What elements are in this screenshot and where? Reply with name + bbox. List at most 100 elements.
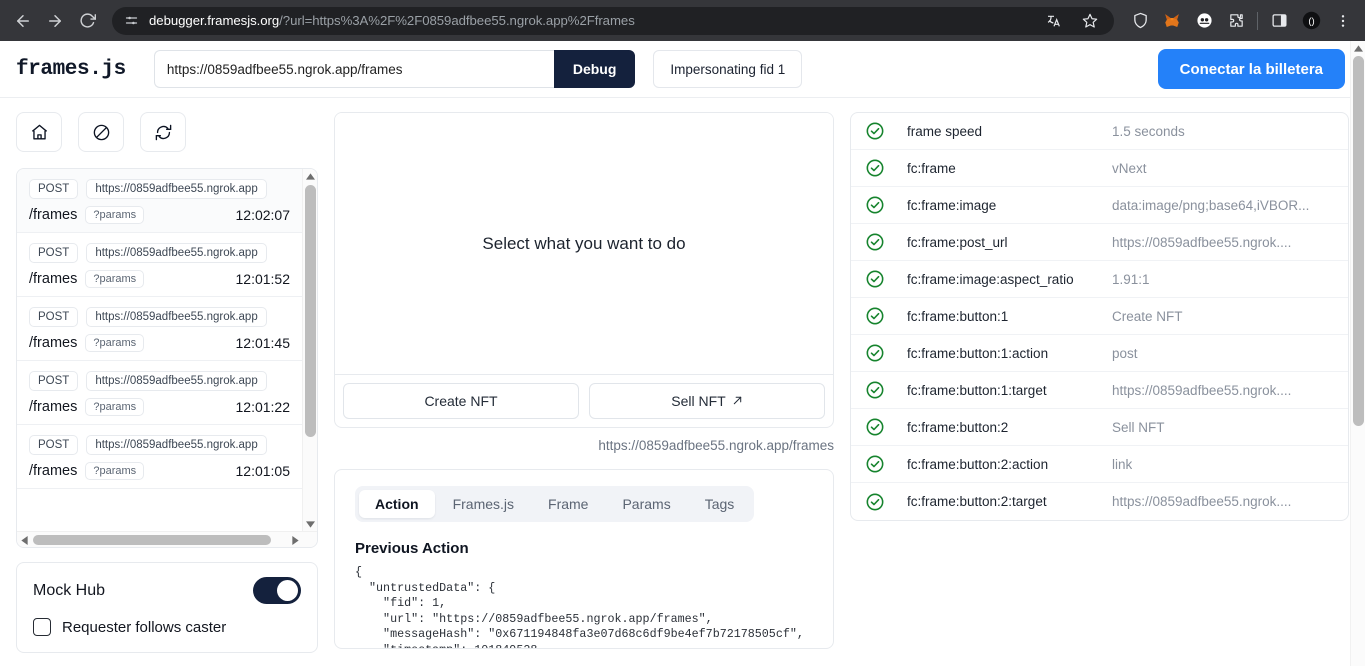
reload-icon[interactable] bbox=[72, 6, 102, 36]
list-item[interactable]: POST https://0859adfbee55.ngrok.app /fra… bbox=[17, 169, 302, 233]
metadata-value: vNext bbox=[1112, 160, 1147, 176]
table-row: fc:frame:button:1:target https://0859adf… bbox=[851, 372, 1348, 409]
address-path: /?url=https%3A%2F%2F0859adfbee55.ngrok.a… bbox=[279, 13, 635, 28]
star-icon[interactable] bbox=[1076, 7, 1104, 35]
request-method: POST bbox=[29, 243, 79, 263]
request-history-list: POST https://0859adfbee55.ngrok.app /fra… bbox=[16, 168, 318, 548]
list-item[interactable]: POST https://0859adfbee55.ngrok.app /fra… bbox=[17, 361, 302, 425]
refresh-icon[interactable] bbox=[140, 112, 186, 152]
request-time: 12:01:45 bbox=[235, 335, 291, 351]
metadata-column: frame speed 1.5 seconds fc:frame vNext f… bbox=[850, 112, 1349, 521]
check-circle-icon bbox=[865, 158, 885, 178]
app-header: frames.js Debug Impersonating fid 1 Cone… bbox=[0, 41, 1365, 98]
impersonating-button[interactable]: Impersonating fid 1 bbox=[653, 50, 803, 88]
page-scroll-up-arrow-icon[interactable] bbox=[1351, 41, 1365, 55]
clear-icon[interactable] bbox=[78, 112, 124, 152]
detail-panel: Action Frames.js Frame Params Tags Previ… bbox=[334, 469, 834, 649]
list-item[interactable]: POST https://0859adfbee55.ngrok.app /fra… bbox=[17, 297, 302, 361]
request-url: https://0859adfbee55.ngrok.app bbox=[86, 307, 267, 327]
scroll-up-arrow-icon[interactable] bbox=[303, 169, 317, 183]
external-link-icon bbox=[732, 393, 743, 409]
profile-avatar-icon[interactable]: () bbox=[1297, 7, 1325, 35]
mock-hub-toggle[interactable] bbox=[253, 577, 301, 604]
tab-framesjs[interactable]: Frames.js bbox=[437, 490, 530, 518]
metadata-key: frame speed bbox=[907, 123, 983, 139]
check-circle-icon bbox=[865, 121, 885, 141]
mock-hub-label: Mock Hub bbox=[33, 581, 106, 599]
metamask-fox-icon[interactable] bbox=[1158, 7, 1186, 35]
frame-button-create-nft[interactable]: Create NFT bbox=[343, 383, 579, 419]
metadata-key: fc:frame:button:1:target bbox=[907, 382, 1047, 398]
side-panel-icon[interactable] bbox=[1265, 7, 1293, 35]
metadata-key: fc:frame:image bbox=[907, 197, 997, 213]
check-circle-icon bbox=[865, 380, 885, 400]
request-method: POST bbox=[29, 435, 79, 455]
list-item[interactable]: POST https://0859adfbee55.ngrok.app /fra… bbox=[17, 425, 302, 489]
request-time: 12:02:07 bbox=[235, 207, 291, 223]
back-arrow-icon[interactable] bbox=[8, 6, 38, 36]
metadata-key: fc:frame:button:2:target bbox=[907, 494, 1047, 509]
table-row: frame speed 1.5 seconds bbox=[851, 113, 1348, 150]
request-method: POST bbox=[29, 179, 79, 199]
previous-action-json: { "untrustedData": { "fid": 1, "url": "h… bbox=[355, 565, 804, 648]
scroll-left-arrow-icon[interactable] bbox=[17, 532, 32, 547]
frame-metadata-table: frame speed 1.5 seconds fc:frame vNext f… bbox=[850, 112, 1349, 521]
list-horizontal-scrollbar[interactable] bbox=[17, 531, 317, 547]
address-bar[interactable]: debugger.framesjs.org/?url=https%3A%2F%2… bbox=[112, 6, 1114, 35]
browser-toolbar: debugger.framesjs.org/?url=https%3A%2F%2… bbox=[0, 0, 1365, 41]
debug-button[interactable]: Debug bbox=[553, 50, 636, 88]
table-row: fc:frame:post_url https://0859adfbee55.n… bbox=[851, 224, 1348, 261]
requester-follows-caster-label: Requester follows caster bbox=[62, 618, 227, 636]
scrollbar-thumb[interactable] bbox=[305, 185, 316, 437]
request-url: https://0859adfbee55.ngrok.app bbox=[86, 435, 267, 455]
scroll-down-arrow-icon[interactable] bbox=[303, 517, 317, 531]
forward-arrow-icon[interactable] bbox=[40, 6, 70, 36]
scrollbar-thumb[interactable] bbox=[33, 535, 271, 545]
request-path: /frames bbox=[29, 399, 78, 415]
page-scrollbar[interactable] bbox=[1350, 41, 1365, 666]
request-url: https://0859adfbee55.ngrok.app bbox=[86, 243, 267, 263]
table-row: fc:frame:button:2:target https://0859adf… bbox=[851, 483, 1348, 520]
left-sidebar: POST https://0859adfbee55.ngrok.app /fra… bbox=[16, 112, 318, 666]
check-circle-icon bbox=[865, 269, 885, 289]
puzzle-extensions-icon[interactable] bbox=[1222, 7, 1250, 35]
check-circle-icon bbox=[865, 492, 885, 512]
check-circle-icon bbox=[865, 454, 885, 474]
metadata-key: fc:frame bbox=[907, 160, 956, 176]
frame-button-sell-nft[interactable]: Sell NFT bbox=[589, 383, 825, 419]
request-params: ?params bbox=[85, 334, 145, 352]
metadata-value: Sell NFT bbox=[1112, 419, 1165, 435]
scroll-right-arrow-icon[interactable] bbox=[288, 532, 303, 547]
metadata-value: Create NFT bbox=[1112, 308, 1183, 324]
tab-frame[interactable]: Frame bbox=[532, 490, 604, 518]
tab-tags[interactable]: Tags bbox=[689, 490, 751, 518]
frame-card: Select what you want to do Create NFT Se… bbox=[334, 112, 834, 428]
shield-extension-icon[interactable] bbox=[1126, 7, 1154, 35]
translate-icon[interactable] bbox=[1040, 7, 1068, 35]
list-item[interactable]: POST https://0859adfbee55.ngrok.app /fra… bbox=[17, 233, 302, 297]
connect-wallet-button[interactable]: Conectar la billetera bbox=[1157, 49, 1345, 89]
frame-button-label: Create NFT bbox=[424, 393, 498, 409]
request-time: 12:01:52 bbox=[235, 271, 291, 287]
frame-url-input[interactable] bbox=[153, 50, 554, 88]
frame-source-url[interactable]: https://0859adfbee55.ngrok.app/frames bbox=[334, 428, 834, 453]
request-url: https://0859adfbee55.ngrok.app bbox=[86, 371, 267, 391]
table-row: fc:frame vNext bbox=[851, 150, 1348, 187]
metadata-value: https://0859adfbee55.ngrok.... bbox=[1112, 494, 1292, 509]
metadata-value: post bbox=[1112, 345, 1138, 361]
detail-tabs: Action Frames.js Frame Params Tags bbox=[355, 486, 755, 522]
request-history-scroll: POST https://0859adfbee55.ngrok.app /fra… bbox=[17, 169, 302, 531]
requester-follows-caster-checkbox[interactable] bbox=[33, 618, 51, 636]
check-circle-icon bbox=[865, 343, 885, 363]
chrome-menu-icon[interactable] bbox=[1329, 7, 1357, 35]
tab-params[interactable]: Params bbox=[606, 490, 686, 518]
home-icon[interactable] bbox=[16, 112, 62, 152]
tab-action[interactable]: Action bbox=[359, 490, 435, 518]
page-scrollbar-thumb[interactable] bbox=[1353, 56, 1364, 426]
check-circle-icon bbox=[865, 306, 885, 326]
list-vertical-scrollbar[interactable] bbox=[302, 169, 317, 531]
rabby-wallet-icon[interactable] bbox=[1190, 7, 1218, 35]
site-settings-icon[interactable] bbox=[124, 13, 139, 28]
metadata-key: fc:frame:button:1 bbox=[907, 308, 1009, 324]
request-params: ?params bbox=[85, 270, 145, 288]
